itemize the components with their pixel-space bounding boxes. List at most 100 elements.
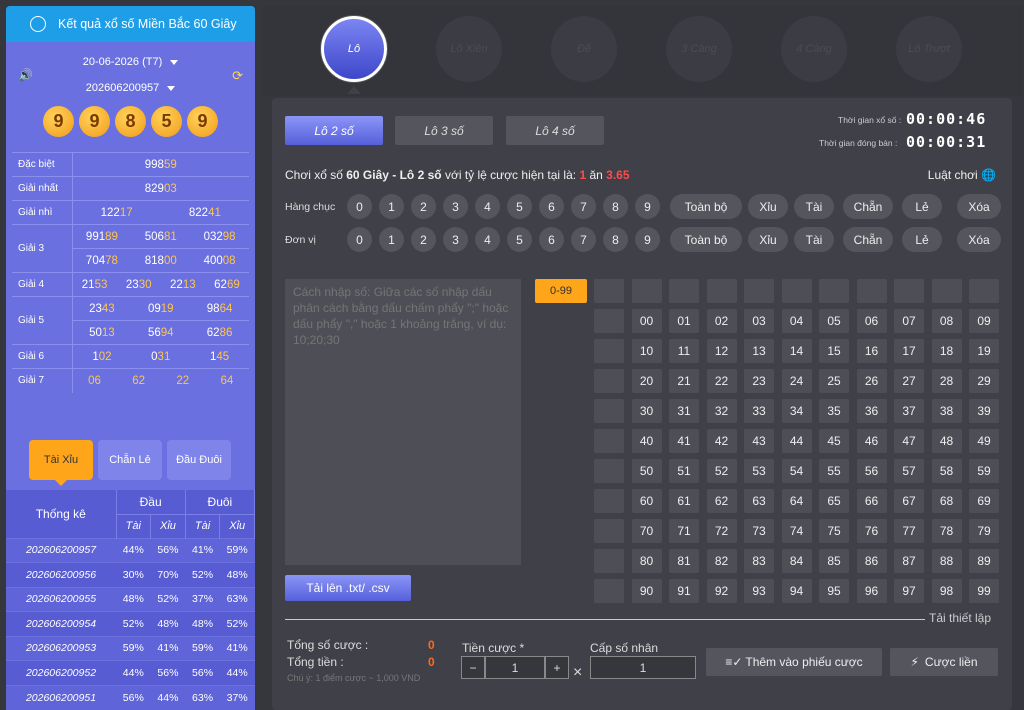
number-cell[interactable]: 91	[669, 579, 699, 603]
grid-row-header[interactable]	[594, 399, 624, 423]
number-cell[interactable]: 67	[894, 489, 924, 513]
digit-button[interactable]: 5	[507, 227, 532, 252]
number-cell[interactable]: 09	[969, 309, 999, 333]
number-cell[interactable]: 43	[744, 429, 774, 453]
number-cell[interactable]: 92	[706, 579, 737, 603]
game-tab[interactable]: Lô Xiên	[436, 16, 502, 82]
number-cell[interactable]: 77	[894, 519, 924, 543]
number-cell[interactable]: 63	[744, 489, 774, 513]
number-cell[interactable]: 06	[856, 309, 887, 333]
number-cell[interactable]: 47	[894, 429, 924, 453]
game-tab[interactable]: 4 Càng	[781, 16, 847, 82]
number-cell[interactable]: 97	[894, 579, 924, 603]
grid-row-header[interactable]	[594, 459, 624, 483]
lo-tab[interactable]: Lô 2 số	[285, 116, 383, 145]
number-cell[interactable]: 98	[931, 579, 962, 603]
number-cell[interactable]: 53	[744, 459, 774, 483]
number-cell[interactable]: 78	[931, 519, 962, 543]
number-cell[interactable]: 61	[669, 489, 699, 513]
range-button[interactable]: 0-99	[535, 279, 587, 303]
grid-column-header[interactable]	[706, 279, 737, 303]
grid-row-header[interactable]	[594, 549, 624, 573]
quick-select-button[interactable]: Toàn bộ	[670, 227, 742, 252]
number-cell[interactable]: 86	[856, 549, 887, 573]
number-cell[interactable]: 74	[781, 519, 812, 543]
number-cell[interactable]: 34	[781, 399, 812, 423]
digit-button[interactable]: 0	[347, 227, 372, 252]
number-cell[interactable]: 37	[894, 399, 924, 423]
number-cell[interactable]: 71	[669, 519, 699, 543]
number-cell[interactable]: 23	[744, 369, 774, 393]
number-cell[interactable]: 12	[706, 339, 737, 363]
number-cell[interactable]: 56	[856, 459, 887, 483]
number-cell[interactable]: 69	[969, 489, 999, 513]
grid-row-header[interactable]	[594, 489, 624, 513]
number-cell[interactable]: 89	[969, 549, 999, 573]
game-tab[interactable]: Lô	[321, 16, 387, 82]
number-cell[interactable]: 68	[931, 489, 962, 513]
number-cell[interactable]: 08	[931, 309, 962, 333]
number-cell[interactable]: 29	[969, 369, 999, 393]
number-cell[interactable]: 07	[894, 309, 924, 333]
quick-select-button[interactable]: Xóa	[957, 227, 1001, 252]
quick-select-button[interactable]: Toàn bộ	[670, 194, 742, 219]
game-tab[interactable]: Đề	[551, 16, 617, 82]
number-cell[interactable]: 73	[744, 519, 774, 543]
number-cell[interactable]: 28	[931, 369, 962, 393]
add-to-slip-button[interactable]: ≡✓ Thêm vào phiếu cược	[706, 648, 882, 676]
grid-column-header[interactable]	[631, 279, 662, 303]
stat-tab[interactable]: Đầu Đuôi	[167, 440, 231, 480]
number-cell[interactable]: 16	[856, 339, 887, 363]
date-select[interactable]: 20-06-2026 (T7)	[6, 56, 255, 68]
number-cell[interactable]: 44	[781, 429, 812, 453]
number-cell[interactable]: 84	[781, 549, 812, 573]
number-cell[interactable]: 99	[969, 579, 999, 603]
grid-row-header[interactable]	[594, 519, 624, 543]
number-cell[interactable]: 88	[931, 549, 962, 573]
rules-link[interactable]: Luật chơi 🌐	[928, 168, 996, 182]
digit-button[interactable]: 3	[443, 227, 468, 252]
number-cell[interactable]: 26	[856, 369, 887, 393]
grid-column-header[interactable]	[856, 279, 887, 303]
upload-button[interactable]: Tải lên .txt/ .csv	[285, 575, 411, 601]
quick-select-button[interactable]: Xỉu	[748, 194, 788, 219]
number-cell[interactable]: 05	[819, 309, 849, 333]
number-cell[interactable]: 65	[819, 489, 849, 513]
minus-button[interactable]: −	[461, 656, 485, 679]
number-cell[interactable]: 15	[819, 339, 849, 363]
digit-button[interactable]: 6	[539, 227, 564, 252]
digit-button[interactable]: 5	[507, 194, 532, 219]
number-cell[interactable]: 41	[669, 429, 699, 453]
digit-button[interactable]: 6	[539, 194, 564, 219]
number-cell[interactable]: 66	[856, 489, 887, 513]
number-cell[interactable]: 75	[819, 519, 849, 543]
number-cell[interactable]: 04	[781, 309, 812, 333]
digit-button[interactable]: 1	[379, 194, 404, 219]
digit-button[interactable]: 3	[443, 194, 468, 219]
number-cell[interactable]: 27	[894, 369, 924, 393]
number-cell[interactable]: 32	[706, 399, 737, 423]
digit-button[interactable]: 8	[603, 194, 628, 219]
number-cell[interactable]: 19	[969, 339, 999, 363]
quick-select-button[interactable]: Chẵn	[843, 194, 893, 219]
grid-row-header[interactable]	[594, 309, 624, 333]
quick-select-button[interactable]: Tài	[794, 227, 834, 252]
number-cell[interactable]: 45	[819, 429, 849, 453]
number-cell[interactable]: 11	[669, 339, 699, 363]
digit-button[interactable]: 9	[635, 227, 660, 252]
number-cell[interactable]: 46	[856, 429, 887, 453]
number-cell[interactable]: 49	[969, 429, 999, 453]
number-cell[interactable]: 03	[744, 309, 774, 333]
digit-button[interactable]: 1	[379, 227, 404, 252]
grid-column-header[interactable]	[894, 279, 924, 303]
number-cell[interactable]: 82	[706, 549, 737, 573]
number-cell[interactable]: 35	[819, 399, 849, 423]
number-cell[interactable]: 81	[669, 549, 699, 573]
number-cell[interactable]: 00	[631, 309, 662, 333]
grid-column-header[interactable]	[969, 279, 999, 303]
number-cell[interactable]: 20	[631, 369, 662, 393]
digit-button[interactable]: 4	[475, 194, 500, 219]
quick-select-button[interactable]: Lẻ	[902, 227, 942, 252]
number-cell[interactable]: 02	[706, 309, 737, 333]
grid-column-header[interactable]	[669, 279, 699, 303]
